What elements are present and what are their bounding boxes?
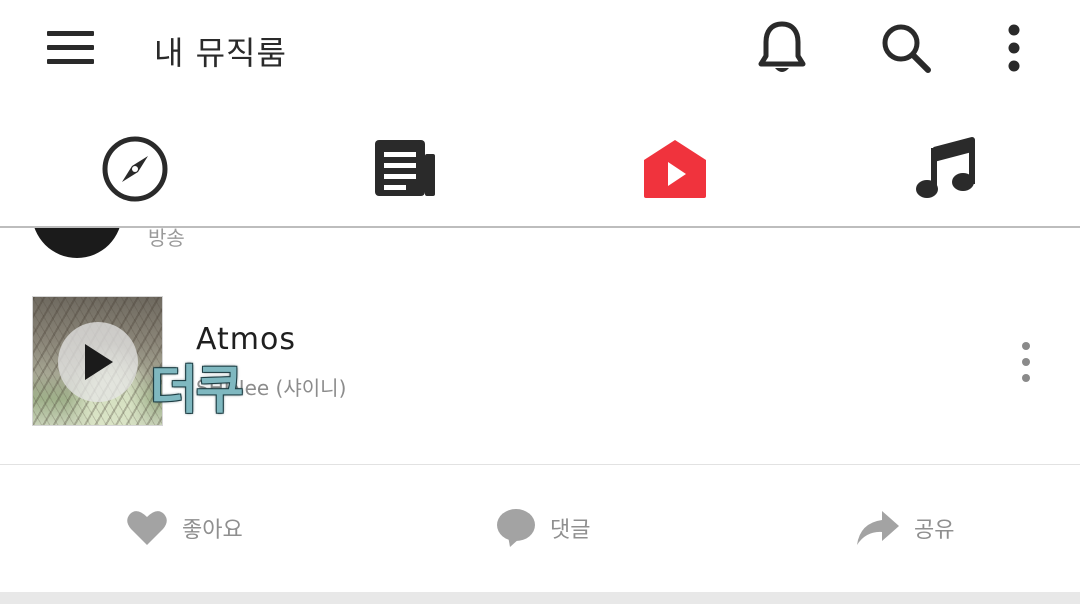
search-icon — [882, 24, 931, 73]
play-icon — [85, 344, 113, 380]
page-title: 내 뮤직룸 — [154, 34, 287, 72]
like-button[interactable]: 좋아요 — [126, 465, 243, 591]
avatar — [32, 228, 122, 258]
music-note-icon — [916, 137, 975, 198]
share-label: 공유 — [914, 518, 955, 543]
comment-button[interactable]: 댓글 — [496, 465, 590, 591]
tab-news[interactable] — [270, 112, 540, 226]
like-label: 좋아요 — [182, 518, 243, 543]
menu-icon-bar — [47, 59, 94, 64]
newspaper-icon — [375, 140, 435, 196]
bottom-edge — [0, 592, 1080, 604]
menu-button[interactable] — [36, 22, 104, 72]
heart-icon — [127, 511, 167, 545]
comment-icon — [497, 509, 535, 547]
top-app-bar: 내 뮤직룸 — [0, 0, 1080, 100]
share-icon — [857, 511, 899, 545]
more-vert-icon — [1022, 342, 1030, 382]
overflow-menu-button[interactable] — [990, 14, 1038, 82]
app-screen: 내 뮤직룸 방송 Atmos SHINee (샤이니) 더쿠 좋아요 댓글 공유 — [0, 0, 1080, 604]
play-button[interactable] — [58, 322, 138, 402]
tab-explore[interactable] — [0, 112, 270, 226]
notifications-button[interactable] — [748, 14, 816, 82]
track-row[interactable]: Atmos SHINee (샤이니) 더쿠 — [0, 292, 1080, 432]
home-play-icon — [644, 140, 706, 198]
compass-icon — [102, 136, 168, 202]
menu-icon-bar — [47, 45, 94, 50]
track-more-button[interactable] — [1006, 332, 1046, 392]
previous-item-text: 방송 — [148, 228, 185, 250]
previous-feed-item[interactable]: 방송 — [0, 228, 1080, 268]
post-actions: 좋아요 댓글 공유 — [0, 465, 1080, 591]
tab-my-music-room[interactable] — [540, 112, 810, 226]
bell-icon — [758, 21, 806, 72]
comment-label: 댓글 — [550, 518, 591, 543]
share-button[interactable]: 공유 — [856, 465, 954, 591]
search-button[interactable] — [872, 14, 940, 82]
watermark-text: 더쿠 — [150, 361, 244, 421]
tab-music[interactable] — [810, 112, 1080, 226]
menu-icon — [47, 31, 94, 36]
more-vert-icon — [1008, 24, 1020, 72]
feed-content: 방송 Atmos SHINee (샤이니) 더쿠 좋아요 댓글 공유 — [0, 228, 1080, 604]
main-tabs — [0, 112, 1080, 226]
album-art — [32, 296, 163, 426]
